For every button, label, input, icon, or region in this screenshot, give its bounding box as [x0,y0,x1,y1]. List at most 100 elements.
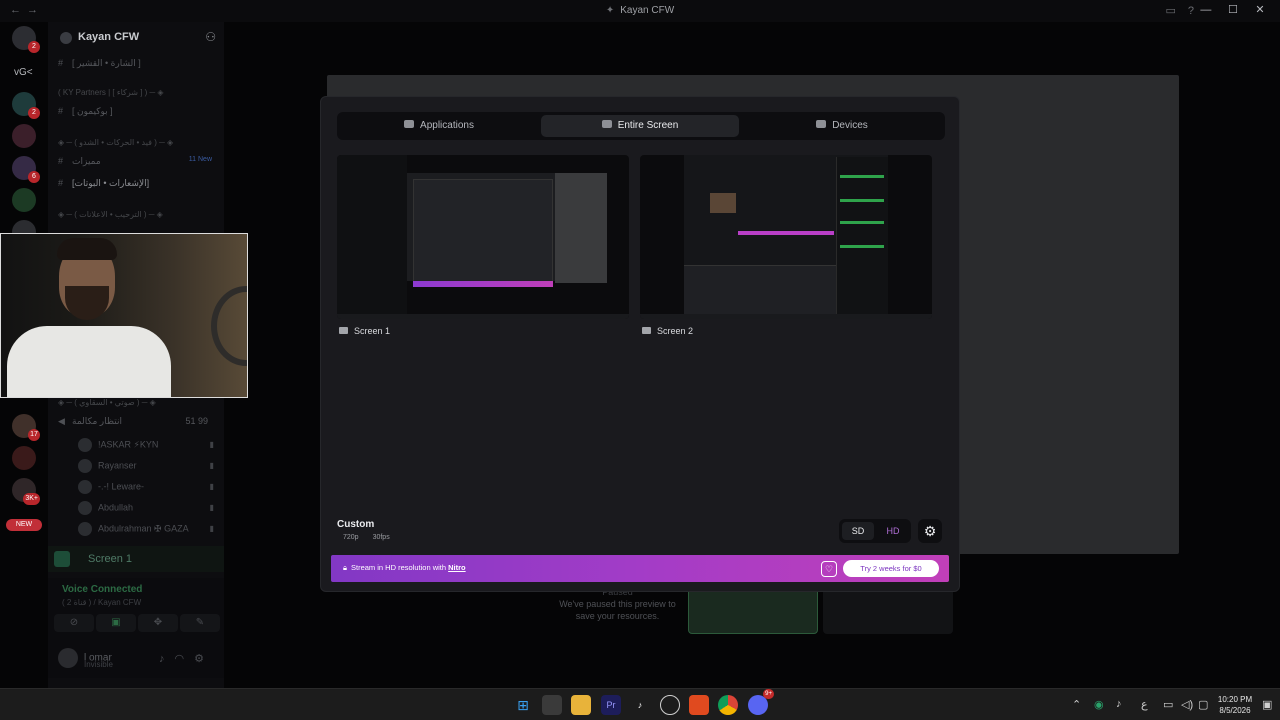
source-tabs: Applications Entire Screen Devices [337,112,945,140]
voice-panel: Voice Connected ( قناة 2 ) / Kayan CFW ⊘… [48,578,224,678]
stream-settings-gear-icon[interactable]: ⚙ [918,519,942,543]
beard-shape [65,286,109,320]
screen-2-label: Screen 2 [642,326,693,336]
nitro-upsell-text: 🔒︎ Stream in HD resolution with Nitro [343,563,466,572]
avatar [78,480,92,494]
channel-item[interactable]: # [الإشعارات • البوتات] [58,178,218,194]
network-icon[interactable]: ▭ [1163,698,1173,711]
folder-icon[interactable] [571,695,591,715]
brave-icon[interactable] [689,695,709,715]
server-avatar-icon [60,32,72,44]
clock[interactable]: 10:20 PM 8/5/2026 [1212,694,1258,716]
discord-icon[interactable]: 9+ [748,689,774,715]
nitro-upsell-banner: 🔒︎ Stream in HD resolution with Nitro ♡ T… [331,555,949,582]
monitor-icon [601,120,612,128]
quality-toggle: SD HD [839,519,911,543]
server-icon[interactable] [12,124,36,148]
chrome-icon[interactable] [718,695,738,715]
voice-member[interactable]: Rayanser ▮ [78,459,218,477]
channel-item[interactable]: # مميزات 11 New [58,156,218,172]
hd-button[interactable]: HD [877,522,909,540]
voice-location[interactable]: ( قناة 2 ) / Kayan CFW [62,598,141,607]
discord-window: ←→ ✦Kayan CFW ▭? — ☐ ✕ 2 vG< 2 6 6 17 3K… [0,0,1280,720]
server-icon[interactable]: 3K+ [12,478,40,505]
server-header[interactable]: Kayan CFW ⚇ [48,22,224,54]
server-icon[interactable]: 6 [12,156,40,183]
category-header[interactable]: ◈ ─ ( الترحيب • الاعلانات ) ─ ◈ [58,210,218,219]
language-indicator[interactable]: ع [1141,698,1148,711]
discord-home-icon[interactable]: 2 [12,26,40,53]
window-title: ✦ Kayan CFW [605,5,675,16]
gift-heart-icon[interactable]: ♡ [821,561,837,577]
screen-share-icon [54,551,70,567]
user-status: Invisible [84,660,113,669]
chevron-up-icon[interactable]: ⌃ [1072,698,1081,711]
hash-icon: # [58,106,64,116]
discord-badge: 9+ [763,689,774,699]
volume-icon[interactable]: ◁) [1181,698,1193,711]
user-panel[interactable]: l omar Invisible [58,648,113,669]
file-explorer-icon[interactable] [542,695,562,715]
category-header[interactable]: ◈ ─ ( صوتي • السقاوي ) ─ ◈ [58,398,218,407]
new-badge: NEW [6,519,42,531]
shirt-shape [7,326,171,397]
security-icon[interactable]: ◉ [1094,698,1104,711]
camera-off-button[interactable]: ⊘ [54,614,94,632]
minimize-button[interactable]: — [1194,4,1218,16]
windows-start-icon[interactable]: ⊞ [513,695,533,715]
voice-member[interactable]: Abdulrahman ✠ GAZA ▮ [78,522,218,540]
voice-member[interactable]: Abdullah ▮ [78,501,218,519]
screenshare-bar[interactable]: Screen 1 [48,546,224,572]
category-header[interactable]: ◈ ─ ( فيد • الحركات • الشدو ) ─ ◈ [58,138,218,147]
stream-icon: ▮ [209,524,214,533]
channel-item[interactable]: #[ بوكيمون ] [58,106,218,122]
fan-shape [211,286,247,366]
activities-button[interactable]: ✥ [138,614,178,632]
inbox-icon[interactable]: ▭ [1165,5,1175,17]
soundboard-button[interactable]: ✎ [180,614,220,632]
channel-item[interactable]: #[ الشارة • القشير ] [58,58,218,74]
voice-member[interactable]: -.-! Leware- ▮ [78,480,218,498]
server-icon[interactable] [12,188,36,212]
server-icon[interactable] [12,446,36,470]
nitro-trial-button[interactable]: Try 2 weeks for $0 [843,560,939,577]
hash-icon: # [58,178,64,188]
nitro-link[interactable]: Nitro [448,563,466,572]
voice-member[interactable]: !ASKAR ⚡KYN ▮ [78,438,218,456]
avatar [78,522,92,536]
settings-gear-icon[interactable]: ⚙ [194,653,214,665]
server-icon[interactable]: 2 [12,92,40,119]
microphone-icon[interactable]: ♪ [159,653,175,665]
tab-entire-screen[interactable]: Entire Screen [541,115,739,137]
monitor-icon [642,327,651,334]
tiktok-icon[interactable]: ♪ [630,695,650,715]
screen-share-button[interactable]: ▣ [96,614,136,632]
windows-taskbar: ⊞ Pr ♪ 9+ ⌃ ◉ ♪ ع ▭ ◁) ▢ 10:20 PM 8/5/202… [0,688,1280,720]
tab-devices[interactable]: Devices [743,115,941,137]
server-icon: ✦ [605,5,615,16]
title-bar: ←→ ✦ Kayan CFW ▭? — ☐ ✕ [0,0,1280,22]
screen-2-thumbnail[interactable] [640,155,932,319]
invite-people-icon[interactable]: ⚇ [205,30,216,44]
close-button[interactable]: ✕ [1248,3,1272,16]
avatar [78,501,92,515]
screen-share-modal: Applications Entire Screen Devices Scree… [320,96,960,592]
chat-icon[interactable]: ▢ [1198,698,1208,711]
screen-1-thumbnail[interactable] [337,155,629,319]
tab-applications[interactable]: Applications [341,115,537,137]
camera-icon [816,120,827,128]
premiere-icon[interactable]: Pr [601,695,621,715]
monitor-icon [339,327,348,334]
microphone-icon[interactable]: ♪ [1116,698,1122,710]
obs-icon[interactable] [660,695,680,715]
voice-channel[interactable]: ◀ انتظار مكالمة 51 99 [58,416,218,432]
headphones-icon[interactable]: ◠ [175,653,195,665]
category-header[interactable]: ( KY Partners | [ شركاء ] ) ─ ◈ [58,88,218,97]
avatar [78,438,92,452]
sd-button[interactable]: SD [842,522,874,540]
server-icon[interactable]: 17 [12,414,40,441]
quality-title: Custom [337,519,375,530]
maximize-button[interactable]: ☐ [1221,3,1245,16]
notification-icon[interactable]: ▣ [1262,698,1272,711]
screen-1-label: Screen 1 [339,326,390,336]
